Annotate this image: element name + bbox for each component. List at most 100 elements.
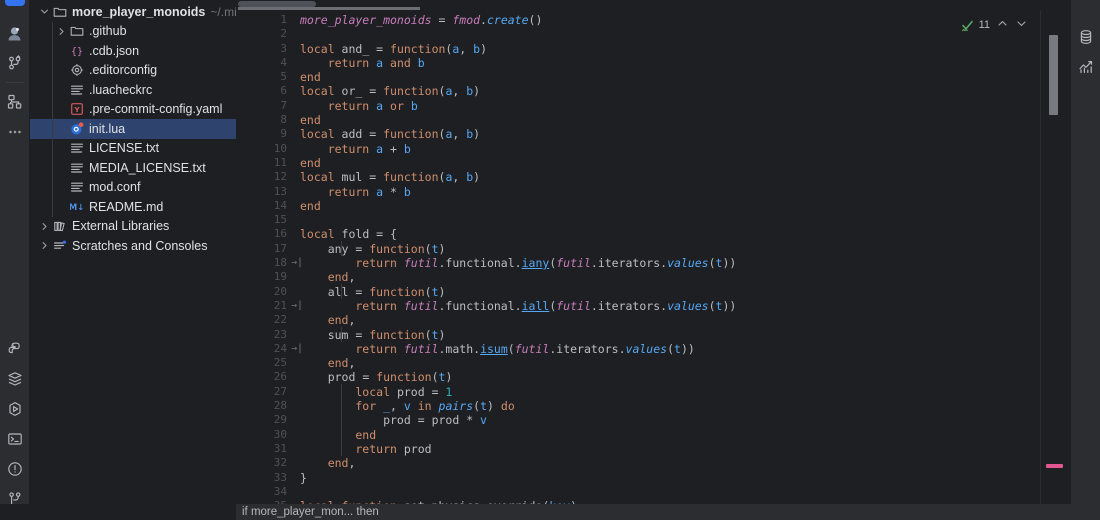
code-line[interactable]: } bbox=[292, 471, 1070, 485]
code-line[interactable]: return futil.math.isum(futil.iterators.v… bbox=[292, 342, 1070, 356]
line-number[interactable]: 28 bbox=[236, 399, 292, 413]
line-number[interactable]: 5 bbox=[236, 70, 292, 84]
code-line[interactable]: end, bbox=[292, 356, 1070, 370]
line-number[interactable]: 21 →| bbox=[236, 299, 303, 313]
tree-item-external-libraries[interactable]: External Libraries bbox=[30, 217, 236, 237]
code-line[interactable] bbox=[292, 27, 1070, 41]
code-line[interactable]: return a * b bbox=[292, 185, 1070, 199]
error-marker[interactable] bbox=[1046, 464, 1063, 468]
line-number[interactable]: 27 bbox=[236, 385, 292, 399]
tree-item-scratches-and-consoles[interactable]: Scratches and Consoles bbox=[30, 236, 236, 256]
line-number[interactable]: 33 bbox=[236, 471, 292, 485]
line-number[interactable]: 3 bbox=[236, 42, 292, 56]
code-line[interactable]: end, bbox=[292, 270, 1070, 284]
code-line[interactable]: end bbox=[292, 70, 1070, 84]
line-number[interactable]: 9 bbox=[236, 127, 292, 141]
tree-item-mod-conf[interactable]: mod.conf bbox=[30, 177, 236, 197]
line-number[interactable]: 26 bbox=[236, 370, 292, 384]
line-number[interactable]: 22 bbox=[236, 313, 292, 327]
line-number[interactable]: 16 bbox=[236, 227, 292, 241]
project-icon[interactable] bbox=[0, 18, 30, 48]
code-line[interactable]: local prod = 1 bbox=[292, 385, 1070, 399]
profiler-icon[interactable] bbox=[1071, 52, 1100, 82]
line-number[interactable]: 29 bbox=[236, 413, 292, 427]
chevron-down-icon[interactable] bbox=[38, 2, 51, 22]
code-line[interactable]: prod = function(t) bbox=[292, 370, 1070, 384]
code-line[interactable]: return futil.functional.iany(futil.itera… bbox=[292, 256, 1070, 270]
tree-item-luacheckrc[interactable]: .luacheckrc bbox=[30, 80, 236, 100]
editor-scroll-thumb[interactable] bbox=[1049, 35, 1058, 115]
tree-item-more-player-monoids[interactable]: more_player_monoids ~/.minete bbox=[30, 2, 236, 22]
line-number[interactable]: 24 →| bbox=[236, 342, 303, 356]
code-line[interactable]: end bbox=[292, 428, 1070, 442]
line-number[interactable]: 15 bbox=[236, 213, 292, 227]
line-number[interactable]: 8 bbox=[236, 113, 292, 127]
code-line[interactable]: local and_ = function(a, b) bbox=[292, 42, 1070, 56]
tree-item-editorconfig[interactable]: .editorconfig bbox=[30, 60, 236, 80]
line-number[interactable]: 20 bbox=[236, 285, 292, 299]
code-line[interactable] bbox=[292, 485, 1070, 499]
chevron-right-icon[interactable] bbox=[38, 236, 51, 256]
line-number[interactable]: 1 bbox=[236, 13, 292, 27]
line-number[interactable]: 4 bbox=[236, 56, 292, 70]
code-line[interactable]: end bbox=[292, 113, 1070, 127]
line-number[interactable]: 23 bbox=[236, 328, 292, 342]
inspection-widget[interactable]: 11 bbox=[961, 18, 1028, 32]
code-content[interactable]: more_player_monoids = fmod.create() local… bbox=[292, 10, 1070, 520]
run-icon[interactable] bbox=[0, 394, 30, 424]
tree-item-github[interactable]: .github bbox=[30, 21, 236, 42]
line-number[interactable]: 6 bbox=[236, 84, 292, 98]
tree-item-readme-md[interactable]: M↓ README.md bbox=[30, 197, 236, 217]
code-line[interactable]: end bbox=[292, 156, 1070, 170]
code-line[interactable]: prod = prod * v bbox=[292, 413, 1070, 427]
code-line[interactable]: end, bbox=[292, 313, 1070, 327]
chevron-right-icon[interactable] bbox=[55, 22, 68, 42]
structure-icon[interactable] bbox=[0, 87, 30, 117]
line-number[interactable]: 7 bbox=[236, 99, 292, 113]
database-layers-icon[interactable] bbox=[0, 364, 30, 394]
commit-icon[interactable] bbox=[0, 48, 30, 78]
line-number[interactable]: 10 bbox=[236, 142, 292, 156]
line-number[interactable]: 34 bbox=[236, 485, 292, 499]
breadcrumb[interactable]: if more_player_mon... then bbox=[242, 506, 379, 518]
line-number[interactable]: 31 bbox=[236, 442, 292, 456]
line-number[interactable]: 30 bbox=[236, 428, 292, 442]
code-line[interactable]: end, bbox=[292, 456, 1070, 470]
code-line[interactable]: any = function(t) bbox=[292, 242, 1070, 256]
line-number[interactable]: 12 bbox=[236, 170, 292, 184]
tree-item-media-license-txt[interactable]: MEDIA_LICENSE.txt bbox=[30, 158, 236, 178]
code-line[interactable]: return a + b bbox=[292, 142, 1070, 156]
code-line[interactable]: return prod bbox=[292, 442, 1070, 456]
line-number[interactable]: 17 bbox=[236, 242, 292, 256]
problems-icon[interactable] bbox=[0, 454, 30, 484]
code-line[interactable]: all = function(t) bbox=[292, 285, 1070, 299]
line-number[interactable]: 2 bbox=[236, 27, 292, 41]
code-line[interactable]: local or_ = function(a, b) bbox=[292, 84, 1070, 98]
line-number[interactable]: 14 bbox=[236, 199, 292, 213]
editor-scrollbar-column[interactable] bbox=[1040, 10, 1070, 520]
code-line[interactable]: local fold = { bbox=[292, 227, 1070, 241]
code-line[interactable]: local mul = function(a, b) bbox=[292, 170, 1070, 184]
code-line[interactable] bbox=[292, 213, 1070, 227]
code-line[interactable]: return a or b bbox=[292, 99, 1070, 113]
python-packages-icon[interactable] bbox=[0, 334, 30, 364]
code-line[interactable]: for _, v in pairs(t) do bbox=[292, 399, 1070, 413]
tree-item-license-txt[interactable]: LICENSE.txt bbox=[30, 138, 236, 158]
line-number[interactable]: 18 →| bbox=[236, 256, 303, 270]
code-line[interactable]: return futil.functional.iall(futil.itera… bbox=[292, 299, 1070, 313]
line-number[interactable]: 32 bbox=[236, 456, 292, 470]
line-number[interactable]: 19 bbox=[236, 270, 292, 284]
tree-item-init-lua[interactable]: init.lua bbox=[30, 119, 236, 139]
chevron-up-icon[interactable] bbox=[995, 18, 1009, 32]
chevron-down-icon[interactable] bbox=[1014, 18, 1028, 32]
chevron-right-icon[interactable] bbox=[38, 217, 51, 237]
code-line[interactable]: end bbox=[292, 199, 1070, 213]
line-number[interactable]: 25 bbox=[236, 356, 292, 370]
database-icon[interactable] bbox=[1071, 22, 1100, 52]
code-line[interactable]: return a and b bbox=[292, 56, 1070, 70]
line-number[interactable]: 13 bbox=[236, 185, 292, 199]
code-line[interactable]: sum = function(t) bbox=[292, 328, 1070, 342]
tree-item-pre-commit-config-yaml[interactable]: Y .pre-commit-config.yaml bbox=[30, 99, 236, 119]
code-line[interactable]: more_player_monoids = fmod.create() bbox=[292, 13, 1070, 27]
line-number[interactable]: 11 bbox=[236, 156, 292, 170]
